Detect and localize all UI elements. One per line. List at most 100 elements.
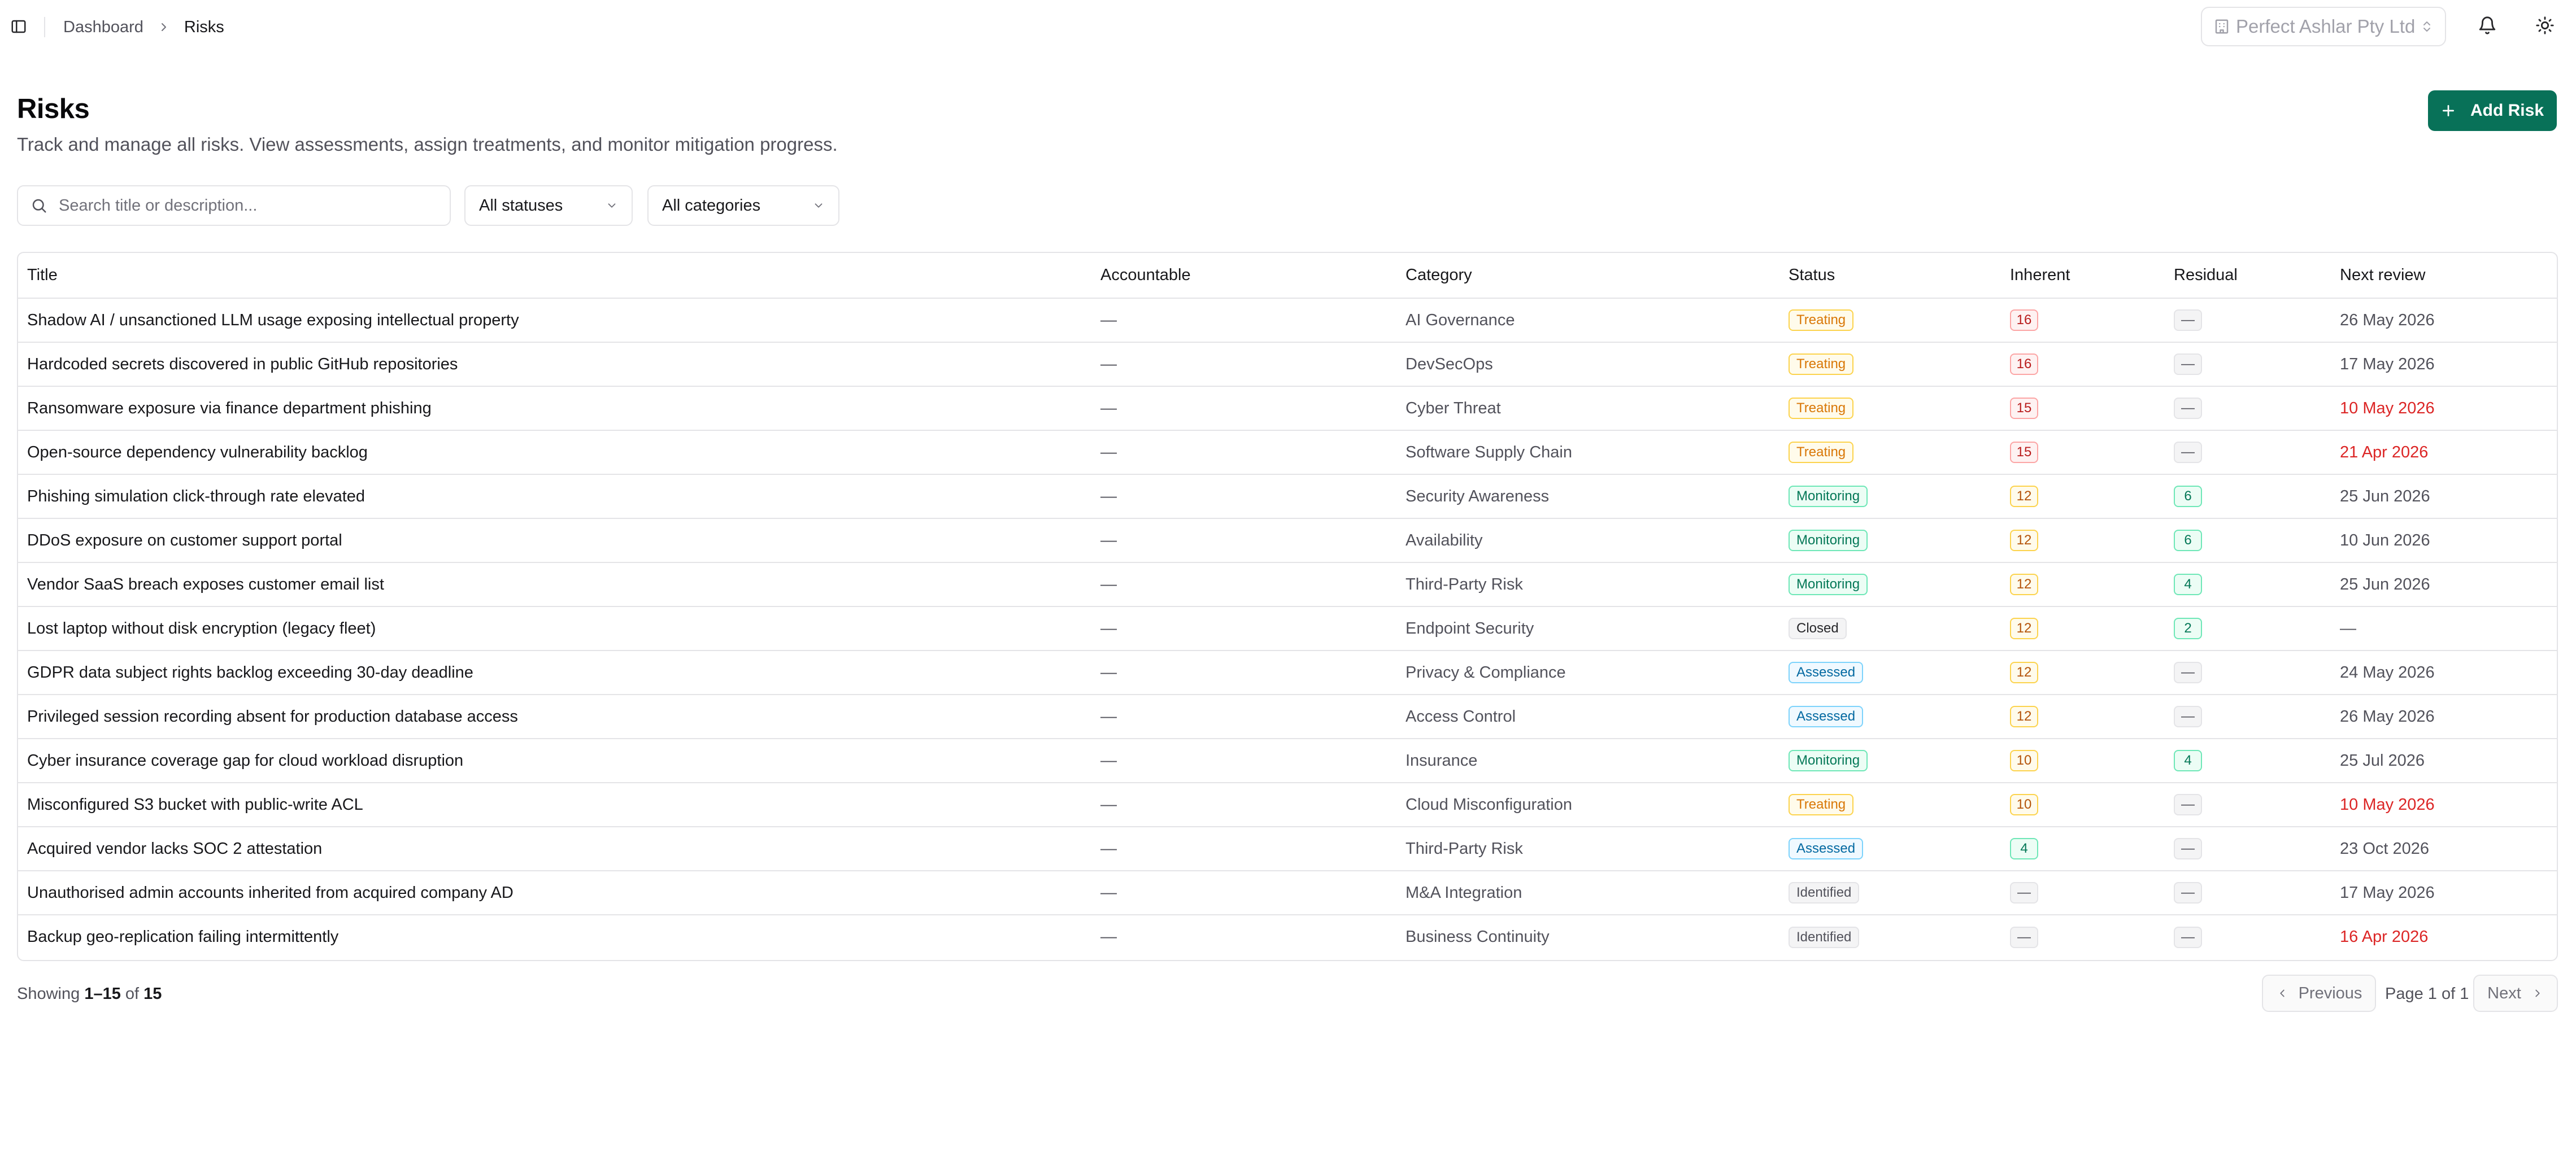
- risk-title[interactable]: Acquired vendor lacks SOC 2 attestation: [18, 827, 1091, 871]
- risk-title[interactable]: Unauthorised admin accounts inherited fr…: [18, 871, 1091, 915]
- status-cell: Monitoring: [1779, 518, 2001, 562]
- column-header-category[interactable]: Category: [1396, 253, 1779, 299]
- category-cell: Cloud Misconfiguration: [1406, 795, 1572, 814]
- residual-score-badge: 4: [2174, 750, 2202, 771]
- next-page-button[interactable]: Next: [2473, 975, 2558, 1012]
- column-header-next-review[interactable]: Next review: [2331, 253, 2557, 299]
- chevron-right-icon: [161, 23, 166, 31]
- bell-icon[interactable]: [2478, 16, 2497, 35]
- chevron-right-icon: [2535, 989, 2540, 997]
- table-row[interactable]: Lost laptop without disk encryption (leg…: [18, 606, 2557, 651]
- status-cell: Identified: [1779, 915, 2001, 959]
- risk-title[interactable]: Misconfigured S3 bucket with public-writ…: [18, 783, 1091, 827]
- topbar-divider: [44, 17, 45, 37]
- risk-title[interactable]: Open-source dependency vulnerability bac…: [18, 430, 1091, 474]
- building-icon: [2215, 19, 2229, 34]
- inherent-cell: —: [2001, 915, 2165, 959]
- risk-title[interactable]: GDPR data subject rights backlog exceedi…: [18, 651, 1091, 695]
- category-cell: Business Continuity: [1406, 928, 1550, 946]
- accountable-cell: —: [1100, 883, 1117, 902]
- residual-cell: 4: [2165, 739, 2331, 783]
- table-row[interactable]: Phishing simulation click-through rate e…: [18, 474, 2557, 518]
- inherent-score-badge: 12: [2010, 486, 2038, 507]
- risk-title[interactable]: Backup geo-replication failing intermitt…: [18, 915, 1091, 959]
- status-badge: Treating: [1789, 309, 1854, 331]
- sun-icon[interactable]: [2535, 16, 2555, 35]
- risk-title[interactable]: Cyber insurance coverage gap for cloud w…: [18, 739, 1091, 783]
- search-input[interactable]: [58, 195, 437, 216]
- table-row[interactable]: Open-source dependency vulnerability bac…: [18, 430, 2557, 474]
- residual-cell: 6: [2165, 474, 2331, 518]
- residual-score-badge: —: [2174, 309, 2202, 331]
- previous-label: Previous: [2298, 984, 2362, 1002]
- risk-title[interactable]: Vendor SaaS breach exposes customer emai…: [18, 562, 1091, 606]
- column-header-title[interactable]: Title: [18, 253, 1091, 299]
- risk-title[interactable]: Privileged session recording absent for …: [18, 695, 1091, 739]
- risk-title[interactable]: Shadow AI / unsanctioned LLM usage expos…: [18, 298, 1091, 342]
- status-badge: Treating: [1789, 442, 1854, 463]
- organization-name: Perfect Ashlar Pty Ltd: [2236, 16, 2416, 37]
- category-cell: DevSecOps: [1406, 355, 1493, 373]
- risk-title[interactable]: Hardcoded secrets discovered in public G…: [18, 342, 1091, 386]
- inherent-score-badge: 12: [2010, 530, 2038, 551]
- table-row[interactable]: GDPR data subject rights backlog exceedi…: [18, 651, 2557, 695]
- residual-score-badge: 4: [2174, 574, 2202, 595]
- status-badge: Assessed: [1789, 662, 1864, 683]
- status-badge: Identified: [1789, 926, 1860, 948]
- column-header-inherent[interactable]: Inherent: [2001, 253, 2165, 299]
- inherent-cell: 12: [2001, 474, 2165, 518]
- category-filter-dropdown[interactable]: All categories: [647, 185, 839, 226]
- category-cell: AI Governance: [1406, 311, 1515, 329]
- table-row[interactable]: Privileged session recording absent for …: [18, 695, 2557, 739]
- table-row[interactable]: Cyber insurance coverage gap for cloud w…: [18, 739, 2557, 783]
- column-header-residual[interactable]: Residual: [2165, 253, 2331, 299]
- table-row[interactable]: Vendor SaaS breach exposes customer emai…: [18, 562, 2557, 606]
- column-header-status[interactable]: Status: [1779, 253, 2001, 299]
- accountable-cell: —: [1100, 487, 1117, 505]
- next-review-cell: 17 May 2026: [2340, 883, 2435, 902]
- column-header-accountable[interactable]: Accountable: [1091, 253, 1396, 299]
- status-filter-dropdown[interactable]: All statuses: [464, 185, 633, 226]
- accountable-cell: —: [1100, 707, 1117, 726]
- table-row[interactable]: Acquired vendor lacks SOC 2 attestation —…: [18, 827, 2557, 871]
- table-header-row: Title Accountable Category Status Inhere…: [18, 253, 2557, 299]
- accountable-cell: —: [1100, 531, 1117, 549]
- risk-title[interactable]: Phishing simulation click-through rate e…: [18, 474, 1091, 518]
- residual-score-badge: —: [2174, 882, 2202, 904]
- status-badge: Assessed: [1789, 706, 1864, 727]
- accountable-cell: —: [1100, 399, 1117, 417]
- residual-score-badge: —: [2174, 353, 2202, 375]
- next-review-cell: 23 Oct 2026: [2340, 839, 2429, 858]
- table-row[interactable]: Backup geo-replication failing intermitt…: [18, 915, 2557, 959]
- category-cell: Software Supply Chain: [1406, 443, 1572, 461]
- breadcrumb-dashboard-link[interactable]: Dashboard: [63, 18, 143, 37]
- residual-score-badge: 6: [2174, 530, 2202, 551]
- residual-score-badge: 6: [2174, 486, 2202, 507]
- page-indicator: Page 1 of 1: [2385, 985, 2469, 1003]
- search-field[interactable]: [17, 185, 451, 226]
- table-row[interactable]: Misconfigured S3 bucket with public-writ…: [18, 783, 2557, 827]
- table-row[interactable]: Ransomware exposure via finance departme…: [18, 386, 2557, 430]
- residual-cell: —: [2165, 430, 2331, 474]
- table-row[interactable]: Hardcoded secrets discovered in public G…: [18, 342, 2557, 386]
- risk-title[interactable]: Ransomware exposure via finance departme…: [18, 386, 1091, 430]
- add-risk-button[interactable]: Add Risk: [2428, 90, 2557, 131]
- previous-page-button[interactable]: Previous: [2262, 975, 2376, 1012]
- sidebar-panel-icon[interactable]: [10, 18, 27, 35]
- inherent-score-badge: 10: [2010, 750, 2038, 771]
- table-row[interactable]: Unauthorised admin accounts inherited fr…: [18, 871, 2557, 915]
- table-row[interactable]: DDoS exposure on customer support portal…: [18, 518, 2557, 562]
- status-cell: Treating: [1779, 298, 2001, 342]
- accountable-cell: —: [1100, 928, 1117, 946]
- residual-cell: —: [2165, 695, 2331, 739]
- residual-score-badge: —: [2174, 838, 2202, 859]
- next-review-cell: —: [2340, 619, 2356, 638]
- organization-selector[interactable]: Perfect Ashlar Pty Ltd: [2201, 7, 2446, 46]
- results-count: Showing 1–15 of 15: [17, 983, 162, 1005]
- status-cell: Treating: [1779, 342, 2001, 386]
- risk-title[interactable]: Lost laptop without disk encryption (leg…: [18, 606, 1091, 651]
- residual-score-badge: —: [2174, 398, 2202, 419]
- table-row[interactable]: Shadow AI / unsanctioned LLM usage expos…: [18, 298, 2557, 342]
- status-badge: Treating: [1789, 794, 1854, 815]
- risk-title[interactable]: DDoS exposure on customer support portal: [18, 518, 1091, 562]
